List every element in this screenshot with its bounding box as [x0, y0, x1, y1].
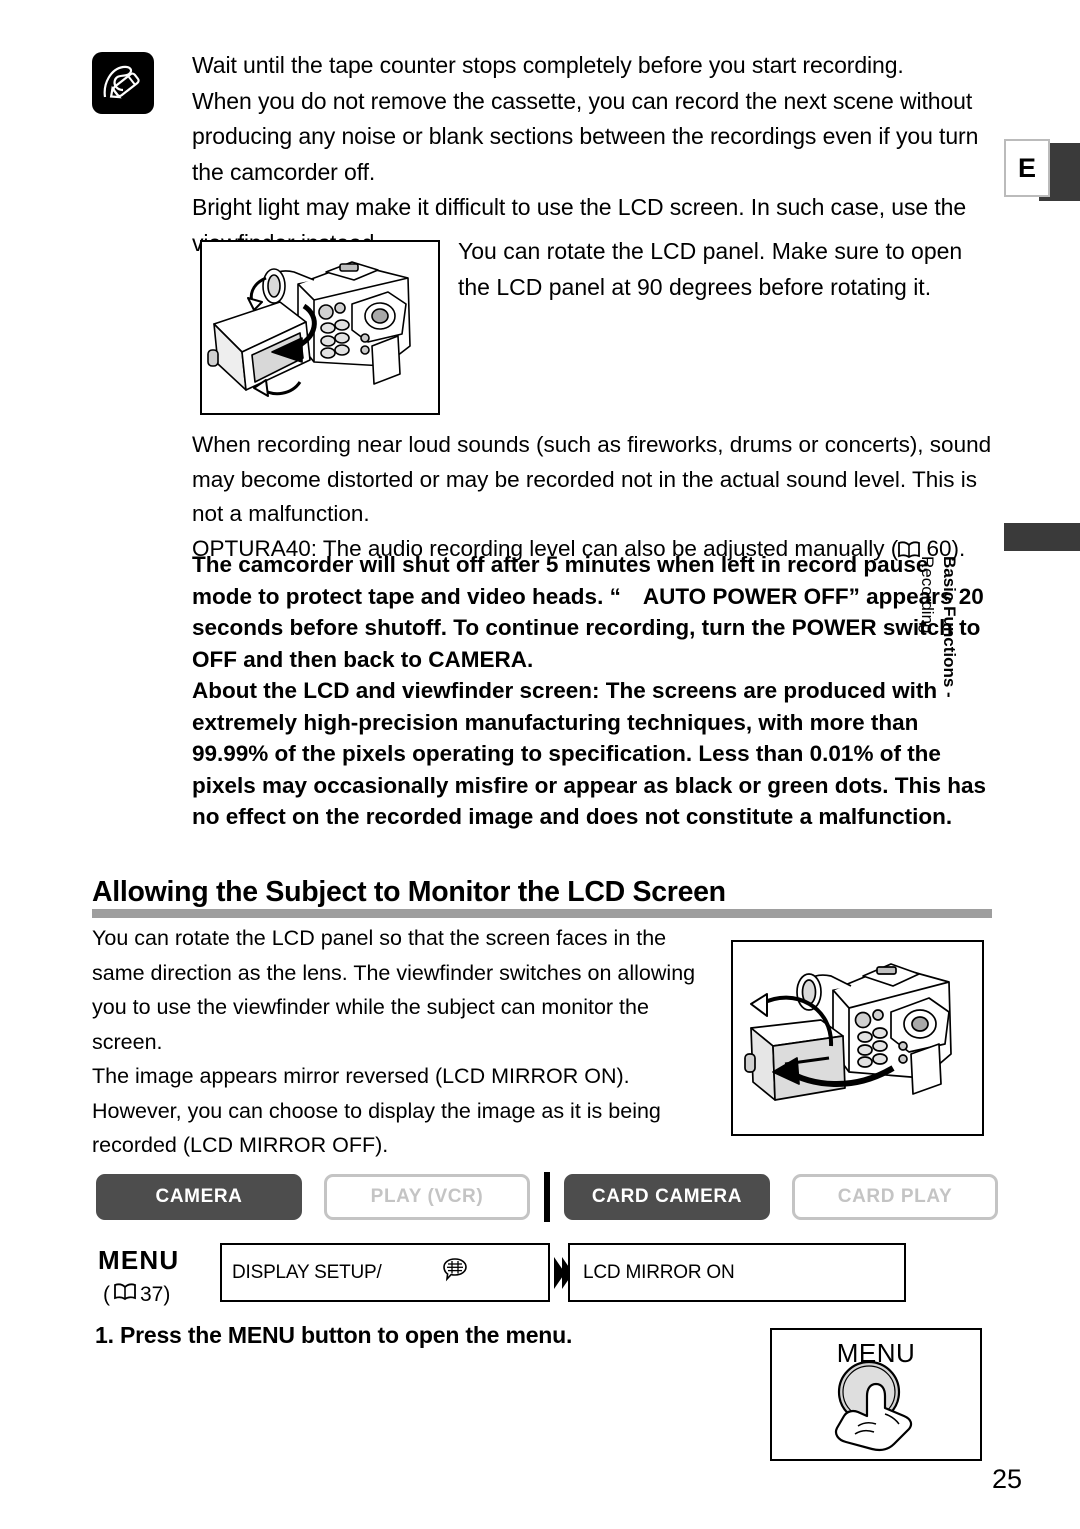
book-icon	[114, 1283, 136, 1307]
page-number: 25	[992, 1464, 1023, 1494]
section-heading-wrap: Allowing the Subject to Monitor the LCD …	[92, 876, 992, 918]
section-heading-rule	[92, 909, 992, 918]
section-body-block: You can rotate the LCD panel so that the…	[92, 921, 722, 1163]
camcorder-lcd-mirror-illustration	[731, 940, 984, 1136]
menu-item-lcd-mirror[interactable]: LCD MIRROR ON	[568, 1243, 906, 1302]
mode-button-play-vcr[interactable]: PLAY (VCR)	[324, 1174, 530, 1220]
menu-button-press-illustration: MENU	[770, 1328, 982, 1461]
lcd-viewfinder-note: About the LCD and viewfinder screen: The…	[192, 678, 987, 829]
lcd-rotate-note: You can rotate the LCD panel. Make sure …	[458, 238, 963, 300]
note-pencil-icon	[92, 52, 154, 114]
menu-ref-page: 37)	[140, 1283, 171, 1306]
mode-button-camera[interactable]: CAMERA	[96, 1174, 302, 1220]
mode-button-card-camera[interactable]: CARD CAMERA	[564, 1174, 770, 1220]
loud-sound-note-block: When recording near loud sounds (such as…	[192, 428, 1012, 569]
loud-sound-note: When recording near loud sounds (such as…	[192, 432, 992, 526]
language-tab-e: E	[1004, 139, 1050, 197]
section-body-p2: The image appears mirror reversed (LCD M…	[92, 1064, 630, 1088]
mode-group-separator	[544, 1172, 550, 1222]
speech-bubble-display-icon	[442, 1257, 468, 1288]
warning-bold-block: The camcorder will shut off after 5 minu…	[192, 549, 992, 833]
note-line-1: Wait until the tape counter stops comple…	[192, 52, 904, 78]
menu-ref-open-paren: (	[103, 1283, 110, 1306]
menu-item-display-setup-label: DISPLAY SETUP/	[232, 1261, 382, 1283]
menu-page-reference: ( 37)	[103, 1283, 170, 1307]
page-title: Allowing the Subject to Monitor the LCD …	[92, 876, 726, 908]
manual-page: E Basic Functions - Recording Wait until…	[0, 0, 1080, 1529]
step-1-instruction: 1. Press the MENU button to open the men…	[95, 1322, 573, 1348]
menu-item-lcd-mirror-label: LCD MIRROR ON	[583, 1261, 735, 1283]
menu-row-label: MENU	[98, 1245, 180, 1275]
mode-buttons-row: CAMERA PLAY (VCR) CARD CAMERA CARD PLAY	[96, 1172, 998, 1222]
note-line-2: When you do not remove the cassette, you…	[192, 87, 979, 185]
notes-text-block: Wait until the tape counter stops comple…	[192, 48, 992, 261]
section-body-p3: However, you can choose to display the i…	[92, 1098, 661, 1158]
auto-power-off-note: The camcorder will shut off after 5 minu…	[192, 549, 992, 675]
camcorder-lcd-rotate-illustration	[200, 240, 440, 415]
chapter-marker-bar	[1004, 523, 1080, 551]
section-body-p1: You can rotate the LCD panel so that the…	[92, 926, 696, 1054]
mode-button-card-play[interactable]: CARD PLAY	[792, 1174, 998, 1220]
menu-item-display-setup[interactable]: DISPLAY SETUP/	[220, 1243, 550, 1302]
